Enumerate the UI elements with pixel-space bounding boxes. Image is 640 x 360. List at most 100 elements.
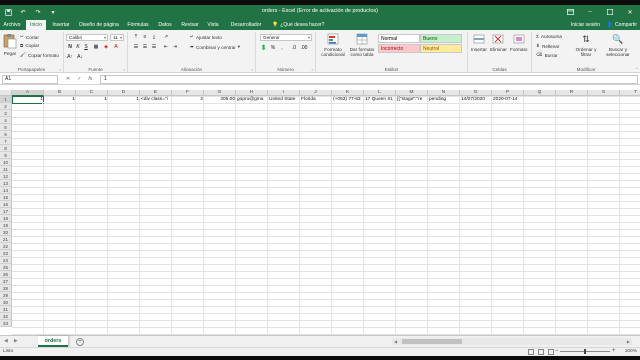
orientation-icon[interactable]: ↗ bbox=[162, 34, 170, 41]
align-middle-icon[interactable]: ≡ bbox=[141, 34, 149, 41]
sort-filter-button[interactable]: ⇅ Ordenar y filtrar bbox=[572, 33, 600, 57]
cell-b1[interactable]: 1 bbox=[44, 96, 76, 103]
tab-revisar[interactable]: Revisar bbox=[179, 20, 201, 30]
clear-button[interactable]: ⌫ Borrar bbox=[536, 52, 558, 58]
format-as-table-button[interactable]: Dar formato como tabla bbox=[348, 33, 376, 57]
page-layout-view-icon[interactable] bbox=[538, 349, 544, 355]
prev-sheet-icon[interactable]: ◀ bbox=[4, 338, 8, 344]
enter-icon[interactable]: ✓ bbox=[77, 75, 81, 84]
normal-view-icon[interactable] bbox=[528, 349, 534, 355]
row-header[interactable]: 27 bbox=[0, 278, 12, 285]
row-header[interactable]: 7 bbox=[0, 138, 12, 145]
page-break-view-icon[interactable] bbox=[548, 349, 554, 355]
cancel-icon[interactable]: ✕ bbox=[66, 75, 70, 84]
sheet-tab-orders[interactable]: orders bbox=[38, 336, 68, 347]
cell-i1[interactable]: United State bbox=[268, 96, 296, 103]
row-header[interactable]: 18 bbox=[0, 215, 12, 222]
row-header[interactable]: 22 bbox=[0, 243, 12, 250]
wrap-text-button[interactable]: ↵ Ajustar texto bbox=[190, 34, 222, 40]
row-header[interactable]: 25 bbox=[0, 264, 12, 271]
name-box[interactable]: A1 bbox=[2, 75, 58, 84]
copy-button[interactable]: ⧉ Copiar bbox=[20, 43, 39, 48]
undo-icon[interactable]: ↶ bbox=[18, 7, 28, 17]
row-header[interactable]: 1 bbox=[0, 96, 12, 103]
tab-diseno-pagina[interactable]: Diseño de página bbox=[77, 20, 121, 30]
decrease-indent-icon[interactable]: ⇤ bbox=[162, 44, 170, 51]
dialog-launcher-icon[interactable]: ⌟ bbox=[123, 66, 125, 71]
increase-decimal-icon[interactable]: .0 bbox=[290, 45, 298, 52]
style-bad[interactable]: Incorrecto bbox=[378, 44, 420, 53]
row-header[interactable]: 2 bbox=[0, 103, 12, 110]
row-header[interactable]: 24 bbox=[0, 257, 12, 264]
comma-style-icon[interactable]: , bbox=[278, 45, 286, 52]
increase-indent-icon[interactable]: ⇥ bbox=[171, 44, 179, 51]
fill-button[interactable]: ⬇ Rellenar bbox=[536, 43, 559, 49]
align-bottom-icon[interactable]: ⤓ bbox=[150, 34, 158, 41]
row-header[interactable]: 10 bbox=[0, 159, 12, 166]
scroll-left-icon[interactable]: ◀ bbox=[394, 338, 397, 345]
zoom-slider-knob[interactable] bbox=[584, 349, 586, 354]
cell-d1[interactable]: 1 bbox=[108, 96, 140, 103]
fill-color-icon[interactable]: ◈ bbox=[102, 44, 110, 51]
decrease-decimal-icon[interactable]: .00 bbox=[300, 45, 308, 52]
align-center-icon[interactable]: ☰ bbox=[141, 44, 149, 51]
fx-icon[interactable]: fx bbox=[88, 75, 92, 84]
paste-button[interactable]: Pegar bbox=[3, 33, 17, 56]
cell-g1[interactable]: 205.00 bbox=[204, 96, 236, 103]
percent-icon[interactable]: % bbox=[269, 45, 277, 52]
tab-archivo[interactable]: Archivo bbox=[2, 20, 22, 30]
row-header[interactable]: 28 bbox=[0, 285, 12, 292]
minimize-icon[interactable]: ‒ bbox=[580, 5, 600, 19]
align-top-icon[interactable]: ⤒ bbox=[132, 34, 140, 41]
cell-e1[interactable]: <div class="i bbox=[140, 96, 169, 103]
row-header[interactable]: 17 bbox=[0, 208, 12, 215]
merge-center-button[interactable]: ⬌ Combinar y centrar ▾ bbox=[190, 44, 240, 50]
cell-area[interactable]: 1 1 1 1 <div class="i 2 205.00 gopro@gma United … bbox=[12, 96, 640, 335]
add-sheet-icon[interactable]: + bbox=[76, 338, 84, 346]
restore-down-icon[interactable] bbox=[560, 5, 580, 19]
row-header[interactable]: 32 bbox=[0, 313, 12, 320]
maximize-icon[interactable] bbox=[600, 5, 620, 19]
number-format-select[interactable]: General ▾ bbox=[260, 34, 312, 41]
row-header[interactable]: 23 bbox=[0, 250, 12, 257]
cell-h1[interactable]: gopro@gma bbox=[236, 96, 264, 103]
format-painter-button[interactable]: 🖌 Copiar formato bbox=[20, 52, 59, 58]
conditional-format-button[interactable]: Formato condicional bbox=[318, 33, 348, 57]
row-header[interactable]: 9 bbox=[0, 152, 12, 159]
bold-button[interactable]: N bbox=[66, 44, 74, 51]
row-header[interactable]: 6 bbox=[0, 131, 12, 138]
row-header[interactable]: 21 bbox=[0, 236, 12, 243]
next-sheet-icon[interactable]: ▶ bbox=[14, 338, 18, 344]
horizontal-scrollbar[interactable]: ◀ ▶ bbox=[392, 338, 632, 345]
tab-datos[interactable]: Datos bbox=[155, 20, 175, 30]
delete-cells-button[interactable]: Eliminar bbox=[490, 33, 507, 52]
save-icon[interactable] bbox=[3, 7, 13, 17]
row-header[interactable]: 14 bbox=[0, 187, 12, 194]
dialog-launcher-icon[interactable]: ⌟ bbox=[251, 66, 253, 71]
find-select-button[interactable]: 🔍 Buscar y seleccionar bbox=[602, 33, 634, 57]
borders-icon[interactable]: ▦ bbox=[92, 44, 100, 51]
italic-button[interactable]: K bbox=[74, 44, 82, 51]
dialog-launcher-icon[interactable]: ⌟ bbox=[311, 66, 313, 71]
zoom-in-icon[interactable]: + bbox=[612, 348, 616, 354]
grow-font-icon[interactable]: A↑ bbox=[66, 54, 74, 61]
cell-m1[interactable]: [{"stage":"re bbox=[396, 96, 423, 103]
underline-button[interactable]: S bbox=[82, 44, 90, 51]
row-header[interactable]: 15 bbox=[0, 194, 12, 201]
cell-p1[interactable]: 2020-07-14 bbox=[492, 96, 519, 103]
sign-in-link[interactable]: Iniciar sesión bbox=[571, 20, 600, 30]
align-left-icon[interactable]: ☰ bbox=[132, 44, 140, 51]
row-header[interactable]: 8 bbox=[0, 145, 12, 152]
row-header[interactable]: 20 bbox=[0, 229, 12, 236]
dialog-launcher-icon[interactable]: ⌟ bbox=[59, 66, 61, 71]
tab-vista[interactable]: Vista bbox=[205, 20, 221, 30]
cell-j1[interactable]: Florida bbox=[300, 96, 317, 103]
row-header[interactable]: 31 bbox=[0, 306, 12, 313]
row-header[interactable]: 11 bbox=[0, 166, 12, 173]
row-header[interactable]: 33 bbox=[0, 320, 12, 327]
tab-formulas[interactable]: Fórmulas bbox=[126, 20, 150, 30]
row-header[interactable]: 29 bbox=[0, 292, 12, 299]
row-header[interactable]: 16 bbox=[0, 201, 12, 208]
cell-o1[interactable]: 14/07/2020 bbox=[460, 96, 486, 103]
row-header[interactable]: 4 bbox=[0, 117, 12, 124]
